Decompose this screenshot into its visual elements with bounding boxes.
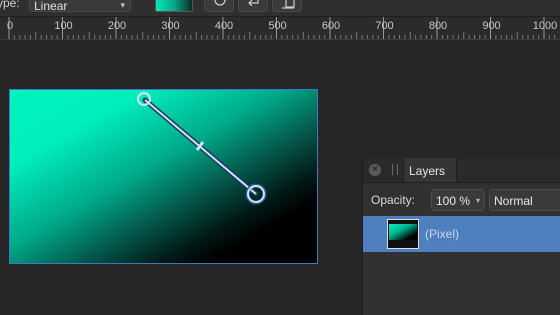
ruler-label: 700	[375, 20, 394, 32]
rotate-icon	[214, 0, 226, 6]
ruler-label: 500	[268, 20, 287, 32]
chevron-down-icon: ▾	[120, 0, 125, 10]
ruler-label: 800	[428, 20, 448, 32]
ruler-label: 400	[214, 20, 234, 32]
undo-arrow-icon	[248, 0, 259, 7]
layer-row[interactable]: (Pixel)	[363, 216, 560, 252]
context-toolbar: ype: Linear ▾	[0, 0, 560, 17]
opacity-row: Opacity: 100 % ▾ Normal	[363, 183, 560, 217]
ruler-label: 600	[321, 20, 341, 32]
horizontal-ruler[interactable]: 0 100 200 300 400 500 600 700 800 900 1000	[0, 17, 560, 40]
ruler-label: 100	[54, 20, 73, 32]
layers-panel: × Layers Opacity: 100 % ▾ Normal (Pixel)	[362, 158, 560, 315]
layer-thumbnail	[387, 219, 419, 249]
rotate-gradient-button[interactable]	[204, 0, 234, 12]
ruler-label: 0	[6, 20, 14, 32]
type-label: ype:	[0, 0, 20, 10]
align-gradient-button[interactable]	[272, 0, 302, 12]
gradient-swatch[interactable]	[155, 0, 193, 12]
ruler-label: 1000	[532, 20, 558, 32]
reverse-gradient-button[interactable]	[238, 0, 268, 12]
close-icon[interactable]: ×	[369, 164, 381, 176]
tab-layers-label: Layers	[409, 164, 446, 178]
blend-mode-select[interactable]: Normal	[489, 189, 560, 211]
ruler-label: 300	[161, 20, 180, 32]
document-canvas[interactable]	[9, 89, 318, 264]
ruler-label: 200	[107, 20, 127, 32]
ruler-label: 900	[482, 20, 501, 32]
gradient-type-select[interactable]: Linear ▾	[29, 0, 131, 13]
tab-layers[interactable]: Layers	[403, 158, 457, 182]
panel-header: × Layers	[363, 158, 560, 183]
opacity-label: Opacity:	[371, 193, 416, 207]
chevron-down-icon: ▾	[475, 196, 480, 205]
grip-icon[interactable]	[392, 164, 398, 175]
gradient-type-value: Linear	[34, 0, 68, 13]
layer-name: (Pixel)	[425, 227, 460, 241]
blend-mode-value: Normal	[494, 194, 533, 208]
gradient-control-overlay	[137, 92, 267, 205]
opacity-value: 100 %	[436, 194, 471, 208]
bounds-icon	[282, 0, 295, 9]
opacity-field[interactable]: 100 % ▾	[431, 189, 485, 211]
